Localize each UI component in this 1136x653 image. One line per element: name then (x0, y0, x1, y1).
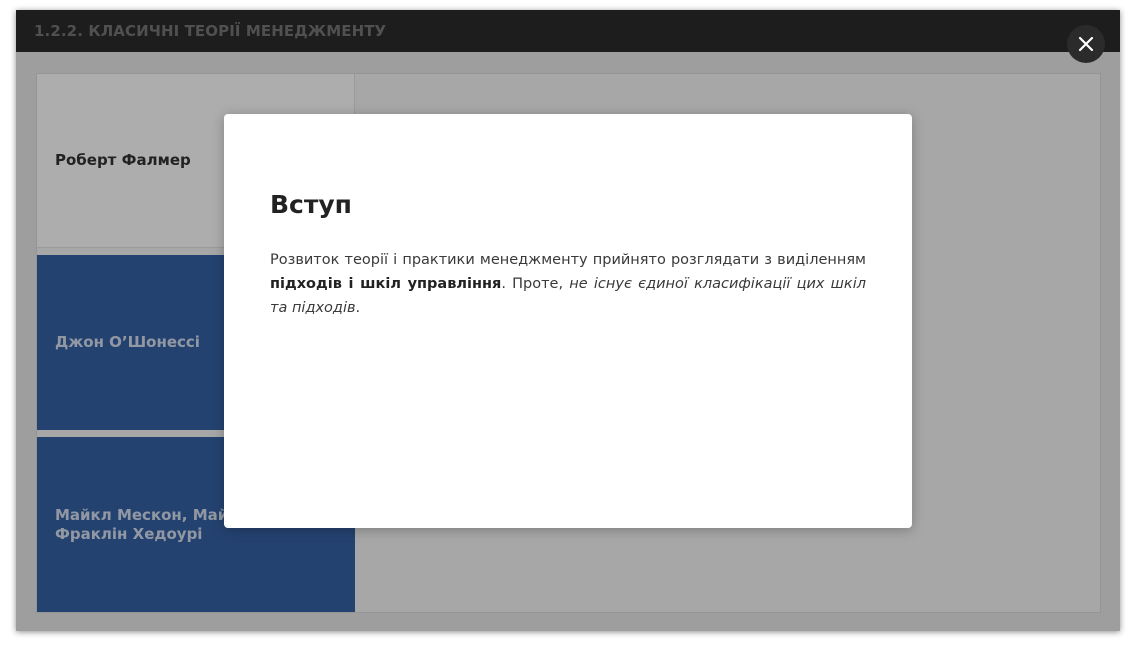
close-button[interactable] (1067, 25, 1105, 63)
modal-body-text: Розвиток теорії і практики менеджменту п… (270, 248, 866, 320)
modal-body-text-part: . Проте, (501, 276, 570, 292)
close-icon (1078, 36, 1094, 52)
modal-body-text-part: . (355, 300, 361, 316)
modal-title: Вступ (270, 190, 352, 219)
modal-body-text-part: Розвиток теорії і практики менеджменту п… (270, 252, 866, 268)
modal-body-bold: підходів і шкіл управління (270, 276, 502, 292)
intro-modal: Вступ Розвиток теорії і практики менеджм… (224, 114, 912, 528)
